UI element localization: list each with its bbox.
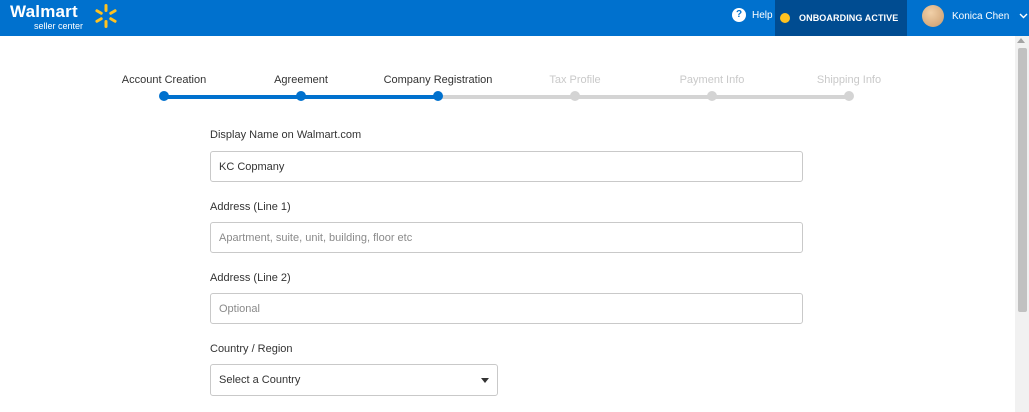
address-line1-label: Address (Line 1) (210, 201, 291, 213)
step-dot-agreement (296, 91, 306, 101)
onboarding-status: ONBOARDING ACTIVE (775, 0, 907, 36)
caret-down-icon (481, 378, 489, 383)
brand-subtitle: seller center (34, 21, 84, 31)
step-label-payment-info: Payment Info (679, 74, 745, 86)
address-line1-input[interactable] (210, 222, 803, 253)
display-name-input[interactable] (210, 151, 803, 182)
step-dot-tax-profile (570, 91, 580, 101)
chevron-down-icon (1019, 13, 1028, 19)
brand-name: Walmart (10, 2, 78, 21)
step-label-shipping-info: Shipping Info (816, 74, 882, 86)
help-icon: ? (732, 8, 746, 22)
onboarding-status-label: ONBOARDING ACTIVE (799, 13, 899, 23)
user-menu[interactable]: Konica Chen (922, 5, 1028, 27)
country-select[interactable]: Select a Country (210, 364, 498, 396)
country-select-value: Select a Country (219, 374, 301, 386)
walmart-logo[interactable]: Walmart seller center (10, 2, 117, 31)
walmart-spark-icon (95, 4, 117, 28)
avatar (922, 5, 944, 27)
step-label-tax-profile: Tax Profile (549, 74, 601, 86)
address-line2-label: Address (Line 2) (210, 272, 291, 284)
status-indicator-icon (780, 13, 790, 23)
step-dot-account-creation (159, 91, 169, 101)
step-dot-company-registration (433, 91, 443, 101)
top-navigation-bar: Walmart seller center ? Help ONBOARDING … (0, 0, 1029, 36)
scrollbar-thumb[interactable] (1018, 48, 1027, 312)
help-link[interactable]: ? Help (732, 8, 773, 22)
step-label-account-creation: Account Creation (121, 74, 207, 86)
step-dot-payment-info (707, 91, 717, 101)
step-label-company-registration: Company Registration (383, 74, 493, 86)
step-dot-shipping-info (844, 91, 854, 101)
scroll-up-arrow-icon[interactable] (1017, 38, 1025, 43)
progress-line-pending (438, 95, 850, 99)
address-line2-input[interactable] (210, 293, 803, 324)
user-name: Konica Chen (952, 10, 1010, 22)
display-name-label: Display Name on Walmart.com (210, 129, 362, 141)
country-region-label: Country / Region (210, 343, 293, 355)
help-label: Help (752, 9, 773, 21)
step-label-agreement: Agreement (274, 74, 328, 86)
